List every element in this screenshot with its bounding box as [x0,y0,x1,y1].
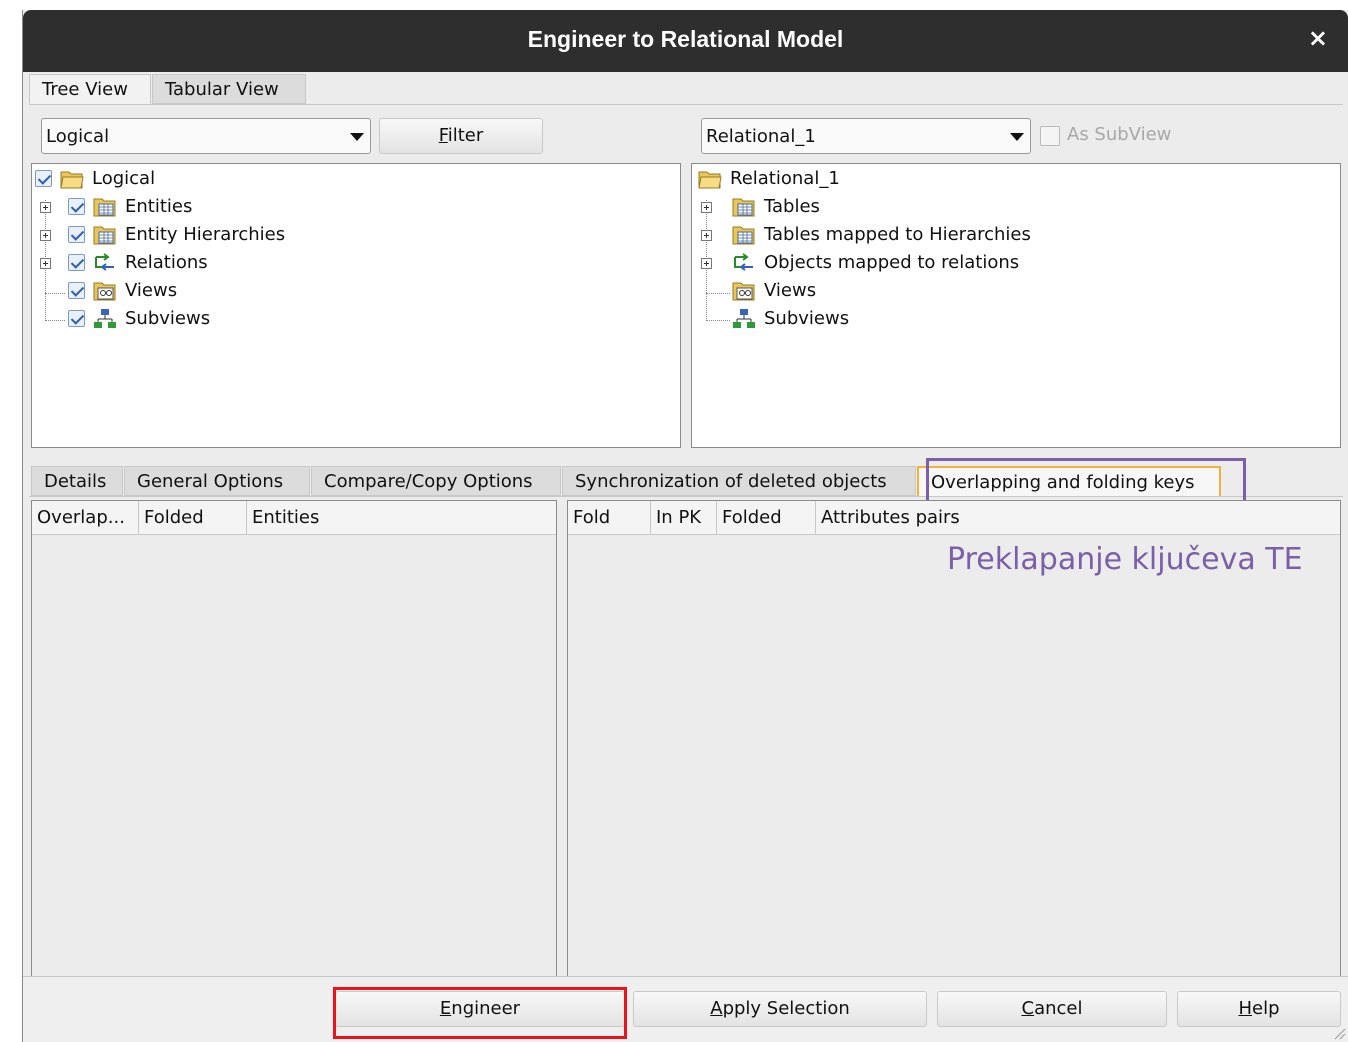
folder-open-icon [698,171,722,189]
cancel-mnemonic: C [1021,998,1035,1019]
tab-divider [29,104,1343,105]
views-icon [732,282,755,301]
checkbox[interactable] [68,226,85,243]
tree-guide [706,320,730,321]
help-button[interactable]: Help [1177,991,1341,1027]
button-bar: Engineer Apply Selection Cancel Help [23,976,1348,1042]
apply-mnemonic: A [710,998,723,1019]
dialog-title: Engineer to Relational Model [527,26,844,52]
expand-icon[interactable] [40,258,51,269]
relational-model-combo[interactable]: Relational_1 [701,118,1031,154]
expand-icon[interactable] [40,230,51,241]
relations-icon [95,253,114,271]
column-header-attributes-pairs[interactable]: Attributes pairs [816,501,1340,535]
cancel-label: ancel [1034,998,1083,1019]
tree-guide [706,293,730,294]
logical-tree[interactable]: Logical Entities Entity Hierarchies Rela… [31,163,681,448]
column-header-overlap[interactable]: Overlap... [32,501,139,535]
views-icon [93,282,116,301]
table-folder-icon [93,226,116,245]
chevron-down-icon [1010,133,1024,141]
table-folder-icon [93,198,116,217]
column-header-entities[interactable]: Entities [247,501,556,535]
filter-mnemonic: F [438,125,448,146]
red-highlight-box [333,987,627,1039]
annotation-label: Preklapanje ključeva TE [947,542,1303,577]
help-mnemonic: H [1238,998,1253,1019]
tab-synchronization-deleted[interactable]: Synchronization of deleted objects [562,466,916,496]
filter-label: ilter [447,125,484,146]
checkbox[interactable] [68,254,85,271]
combo-value: Relational_1 [706,126,816,147]
column-header-folded[interactable]: Folded [717,501,816,535]
expand-icon[interactable] [40,202,51,213]
title-bar: Engineer to Relational Model × [23,10,1348,72]
column-header-in-pk[interactable]: In PK [651,501,717,535]
table-folder-icon [732,226,755,245]
table-folder-icon [732,198,755,217]
tree-node-label: Subviews [764,308,850,329]
checkbox[interactable] [68,310,85,327]
tree-guide [45,320,65,321]
column-header-fold[interactable]: Fold [568,501,651,535]
overlap-entities-table[interactable]: Overlap... Folded Entities [31,500,557,980]
apply-selection-button[interactable]: Apply Selection [633,991,927,1027]
tree-node-label: Relational_1 [730,168,840,189]
apply-label: pply Selection [722,998,850,1019]
tab-tree-view[interactable]: Tree View [29,74,151,104]
tree-node-label: Objects mapped to relations [764,252,1020,273]
tree-node-label: Views [125,280,178,301]
relational-tree[interactable]: Relational_1 Tables Tables mapped to Hie… [691,163,1341,448]
tab-general-options[interactable]: General Options [124,466,310,496]
expand-icon[interactable] [701,258,712,269]
resize-grip-icon[interactable] [1332,1026,1346,1040]
tab-tabular-view[interactable]: Tabular View [152,74,306,104]
folder-open-icon [60,171,84,189]
as-subview-checkbox[interactable] [1040,126,1060,146]
subviews-icon [94,309,116,328]
close-icon[interactable]: × [1308,26,1328,50]
help-label: elp [1252,998,1280,1019]
tree-node-label: Entities [125,196,193,217]
column-header-folded[interactable]: Folded [139,501,247,535]
as-subview-label: As SubView [1067,124,1172,145]
chevron-down-icon [350,133,364,141]
tree-node-label: Subviews [125,308,211,329]
combo-value: Logical [46,126,110,147]
filter-button[interactable]: Filter [379,118,543,154]
expand-icon[interactable] [701,230,712,241]
tab-details[interactable]: Details [31,466,123,496]
tree-node-label: Views [764,280,817,301]
checkbox[interactable] [35,170,52,187]
tree-node-label: Tables [764,196,820,217]
tree-node-label: Tables mapped to Hierarchies [764,224,1031,245]
tree-node-label: Entity Hierarchies [125,224,286,245]
checkbox[interactable] [68,198,85,215]
expand-icon[interactable] [701,202,712,213]
subviews-icon [733,309,755,328]
cancel-button[interactable]: Cancel [937,991,1167,1027]
tree-guide [45,293,65,294]
relations-icon [734,253,753,271]
tree-node-label: Logical [92,168,156,189]
checkbox[interactable] [68,282,85,299]
tree-node-label: Relations [125,252,208,273]
logical-model-combo[interactable]: Logical [41,118,371,154]
engineer-dialog: Engineer to Relational Model × Tree View… [22,10,1348,1042]
tab-compare-copy-options[interactable]: Compare/Copy Options [311,466,561,496]
